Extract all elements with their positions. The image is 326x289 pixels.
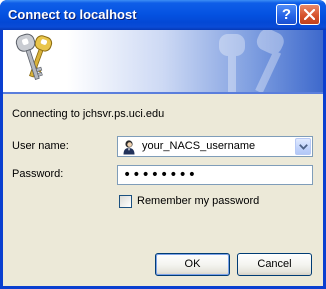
dialog-title: Connect to localhost — [8, 7, 137, 22]
banner-divider — [3, 92, 323, 94]
user-name-label: User name: — [12, 140, 69, 152]
title-bar[interactable]: Connect to localhost ? — [0, 0, 326, 30]
user-name-value: your_NACS_username — [142, 140, 256, 152]
help-button[interactable]: ? — [276, 4, 297, 25]
help-icon: ? — [281, 6, 292, 23]
ok-button[interactable]: OK — [155, 253, 230, 276]
remember-password-label[interactable]: Remember my password — [137, 195, 259, 207]
banner — [3, 30, 323, 92]
chevron-down-icon — [299, 144, 308, 150]
keys-icon — [15, 33, 53, 80]
close-icon — [304, 9, 315, 20]
connecting-message: Connecting to jchsvr.ps.uci.edu — [12, 108, 165, 120]
keys-watermark-icon — [219, 30, 284, 92]
close-button[interactable] — [299, 4, 320, 25]
user-name-combobox[interactable]: your_NACS_username — [117, 136, 313, 157]
user-name-dropdown-button[interactable] — [295, 138, 311, 155]
dialog-body: Connecting to jchsvr.ps.uci.edu User nam… — [3, 30, 323, 286]
cancel-button[interactable]: Cancel — [237, 253, 312, 276]
user-icon — [123, 140, 135, 155]
password-value: •••••••• — [123, 167, 198, 183]
password-label: Password: — [12, 168, 64, 180]
remember-password-checkbox[interactable] — [119, 195, 132, 208]
login-dialog: Connect to localhost ? Connecting to jch… — [0, 0, 326, 289]
password-field[interactable]: •••••••• — [117, 165, 313, 185]
